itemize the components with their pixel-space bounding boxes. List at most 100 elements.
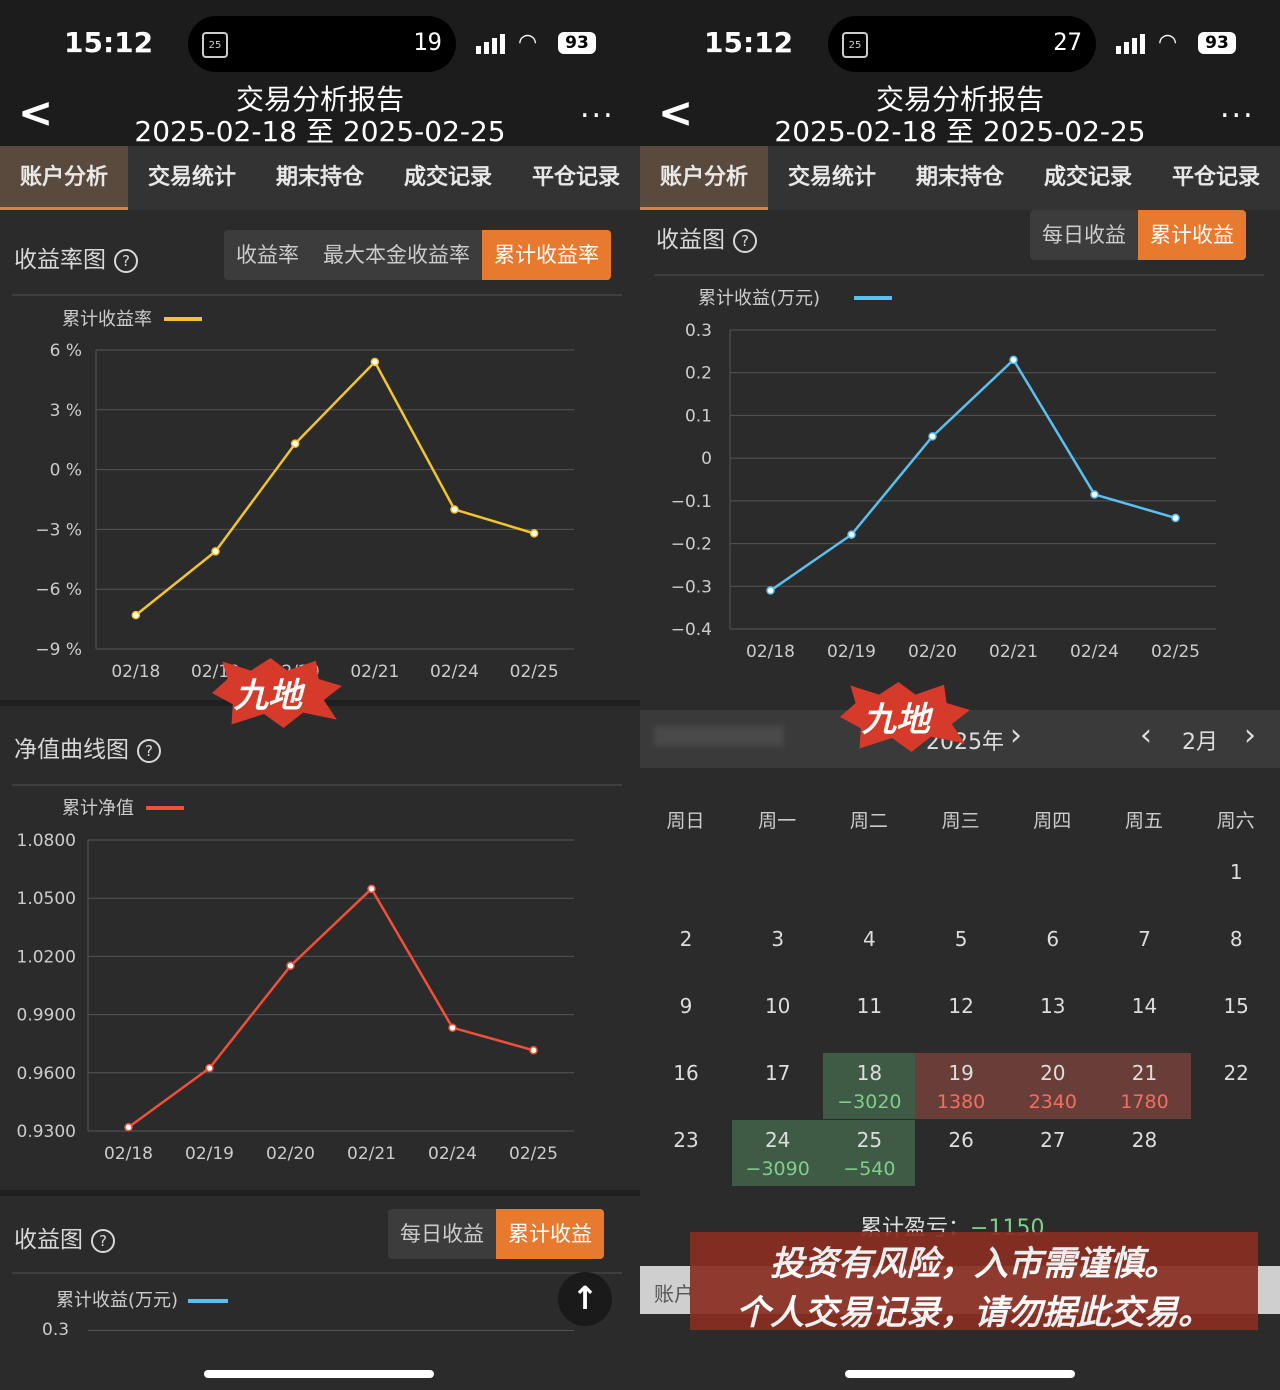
calendar-day[interactable]: 26 [915,1120,1007,1186]
y-tick-label: 1.0500 [17,889,76,909]
day-number: 23 [673,1128,699,1152]
day-number: 27 [1040,1128,1066,1152]
help-icon[interactable]: ? [114,248,138,273]
help-icon[interactable]: ? [91,1228,115,1253]
calendar-day[interactable]: 6 [1007,919,1099,985]
wifi-icon: ◠ [1158,30,1178,55]
calendar-day[interactable]: 12 [915,986,1007,1052]
tab-close-records[interactable]: 平仓记录 [1152,146,1280,210]
prev-month-chevron-icon[interactable]: ‹ [1140,718,1152,753]
more-icon[interactable]: ... [580,90,615,125]
data-point [450,505,459,514]
profit-mode-selector: 每日收益 累计收益 [388,1209,604,1259]
calendar-day[interactable]: 1 [1190,852,1280,918]
calendar-day[interactable]: 21 1780 [1098,1053,1191,1119]
tab-account-analysis[interactable]: 账户分析 [640,146,768,210]
calendar-day[interactable]: 10 [732,986,824,1052]
y-tick-label: 1.0200 [17,947,76,967]
return-mode-selector: 收益率 最大本金收益率 累计收益率 [224,230,611,280]
watermark-stamp: 九地 [840,682,970,752]
legend-label: 累计收益(万元) [56,1290,179,1311]
divider [12,784,622,786]
risk-disclaimer-banner: 投资有风险，入市需谨慎。 个人交易记录，请勿据此交易。 [690,1232,1258,1333]
profit-chart-title: 收益图? [656,220,757,254]
status-bar: 15:12 25 19 ◠ 93 [0,0,640,84]
profit-chart-title-text: 收益图 [656,227,725,253]
day-number: 22 [1223,1061,1249,1085]
legend-swatch [188,1299,229,1303]
calendar-day[interactable]: 23 [640,1120,732,1186]
x-tick-label: 02/18 [111,662,160,682]
weekday-label: 周三 [941,810,980,832]
calendar-day[interactable]: 8 [1190,919,1280,985]
nav-chart-title-text: 净值曲线图 [14,737,129,763]
calendar-day[interactable]: 5 [915,919,1007,985]
calendar-day[interactable]: 13 [1007,986,1099,1052]
help-icon[interactable]: ? [733,228,757,253]
battery-icon: 93 [558,32,596,54]
tab-period-holdings[interactable]: 期末持仓 [896,146,1024,210]
calendar-day[interactable]: 3 [732,919,824,985]
seg-max-principal-return[interactable]: 最大本金收益率 [311,230,482,280]
dynamic-island: 25 19 [188,16,456,72]
calendar-day[interactable]: 19 1380 [915,1053,1008,1119]
day-number: 21 [1131,1061,1158,1085]
tab-close-records[interactable]: 平仓记录 [512,146,640,210]
seg-cumulative-return[interactable]: 累计收益率 [482,230,611,280]
tab-period-holdings[interactable]: 期末持仓 [256,146,384,210]
day-number: 24 [764,1128,791,1152]
nav-curve-chart: 累计净值 1.0800 1.0500 1.0200 0.9900 0.9600 0.9300… [17,798,574,1164]
home-indicator[interactable] [845,1370,1075,1378]
tab-account-analysis[interactable]: 账户分析 [0,146,128,210]
day-number: 4 [863,927,876,951]
next-month-chevron-icon[interactable]: › [1244,718,1256,753]
more-icon[interactable]: ... [1220,90,1255,125]
calendar-day[interactable]: 17 [732,1053,824,1119]
live-activity-counter: 27 [1053,28,1082,56]
calendar-day[interactable]: 28 [1099,1120,1191,1186]
bottom-tab-account[interactable]: 账户 [654,1278,694,1307]
seg-return-rate[interactable]: 收益率 [224,230,311,280]
calendar-day[interactable]: 24 −3090 [731,1120,824,1186]
help-icon[interactable]: ? [137,738,161,763]
calendar-day[interactable]: 2 [640,919,732,985]
day-number: 18 [856,1061,883,1085]
calendar-day[interactable]: 14 [1099,986,1191,1052]
seg-daily-profit[interactable]: 每日收益 [388,1209,496,1259]
live-activity-counter: 19 [413,28,442,56]
y-tick-label: 0 [701,449,712,469]
calendar-day[interactable]: 18 −3020 [823,1053,916,1119]
stamp-text: 九地 [234,676,302,716]
wifi-icon: ◠ [518,30,538,55]
calendar-day[interactable]: 20 2340 [1006,1053,1099,1119]
calendar-day[interactable]: 22 [1190,1053,1280,1119]
status-bar: 15:12 25 27 ◠ 93 [640,0,1280,84]
day-pnl: 1380 [936,1091,986,1113]
x-tick-label: 02/21 [989,642,1038,662]
seg-cumulative-profit[interactable]: 累计收益 [496,1209,604,1259]
series-line [135,359,535,617]
calendar-day[interactable]: 27 [1007,1120,1099,1186]
calendar-day[interactable]: 15 [1190,986,1280,1052]
cumulative-profit-chart: 累计收益(万元) 0.3 0.2 0.1 0 −0.1 −0.2 −0.3 −0.4 02/18 0… [671,288,1216,662]
tab-bar: 账户分析 交易统计 期末持仓 成交记录 平仓记录 [0,146,640,210]
y-tick-label: 0.3 [42,1320,70,1340]
calendar-day[interactable]: 11 [823,986,915,1052]
home-indicator[interactable] [204,1370,434,1378]
calendar-day[interactable]: 9 [640,986,732,1052]
seg-cumulative-profit[interactable]: 累计收益 [1138,210,1246,260]
day-pnl: 1780 [1120,1091,1169,1113]
calendar-day[interactable]: 7 [1099,919,1191,985]
day-number: 9 [679,994,693,1018]
tab-trade-stats[interactable]: 交易统计 [128,146,256,210]
calendar-day[interactable]: 16 [640,1053,732,1119]
calendar-day[interactable]: 25 −540 [823,1120,916,1186]
scroll-top-button[interactable]: ↑ [558,1272,612,1326]
tab-fill-records[interactable]: 成交记录 [1024,146,1152,210]
next-year-chevron-icon[interactable]: › [1010,718,1022,753]
weekday-label: 周五 [1124,810,1163,832]
calendar-day[interactable]: 4 [823,919,915,985]
tab-fill-records[interactable]: 成交记录 [384,146,512,210]
seg-daily-profit[interactable]: 每日收益 [1030,210,1138,260]
tab-trade-stats[interactable]: 交易统计 [768,146,896,210]
